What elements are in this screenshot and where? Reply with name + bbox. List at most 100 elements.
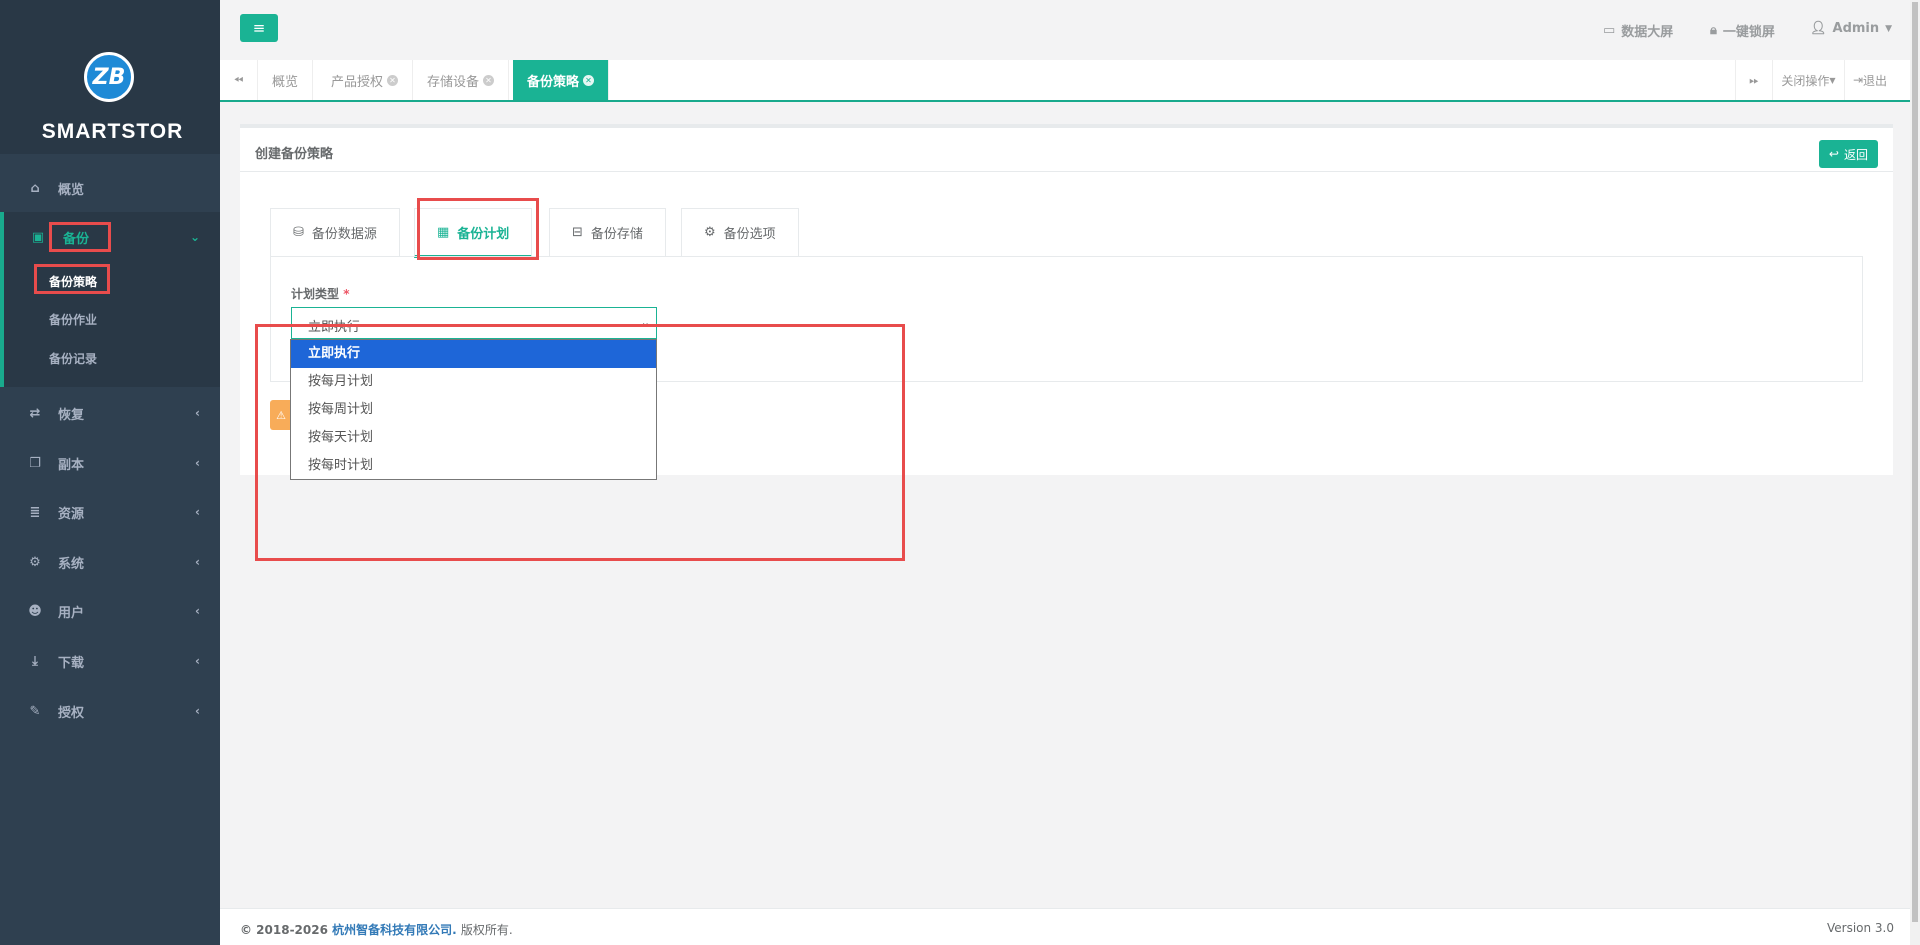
chevron-left-icon: ‹ <box>195 604 200 618</box>
chevron-left-icon: ‹ <box>195 406 200 420</box>
lock-icon: 🔒︎ <box>1710 23 1717 38</box>
sidebar-item-resources[interactable]: ≣ 资源 ‹ <box>0 487 220 537</box>
logo-area: ZB SMARTSTOR <box>0 0 220 154</box>
rights-text: 版权所有. <box>460 923 513 937</box>
close-icon[interactable]: ✕ <box>583 74 595 86</box>
tab-label: 备份数据源 <box>311 227 377 242</box>
footer-copyright: © 2018-2026 杭州智备科技有限公司. 版权所有. <box>240 921 513 938</box>
logo-icon: ZB <box>84 52 134 102</box>
sidebar-subitem-backup-records[interactable]: 备份记录 <box>49 350 97 367</box>
page-tab-label: 备份策略 <box>527 74 580 90</box>
sidebar-item-label: 概览 <box>58 182 85 198</box>
tab-backup-options[interactable]: ⚙ 备份选项 <box>681 208 799 256</box>
user-label: Admin <box>1832 21 1880 36</box>
users-icon: ☻ <box>28 603 42 619</box>
menu-toggle-button[interactable]: ≡ <box>240 14 278 42</box>
monitor-icon: ▭ <box>1603 23 1616 38</box>
sidebar-item-license[interactable]: ✎ 授权 ‹ <box>0 686 220 736</box>
chevron-left-icon: ‹ <box>195 654 200 668</box>
cogs-icon: ⚙ <box>29 554 41 570</box>
logout-label: 退出 <box>1863 73 1888 88</box>
download-icon: ⤓ <box>32 653 38 669</box>
sidebar-item-label: 副本 <box>58 457 85 473</box>
schedule-type-options: 立即执行 按每月计划 按每周计划 按每天计划 按每时计划 <box>290 339 657 480</box>
highlight-box <box>34 264 110 294</box>
tabs-scroll-right-button[interactable]: ⏩︎ <box>1735 60 1773 100</box>
cube-icon: ▣ <box>31 229 45 245</box>
tab-label: 备份存储 <box>590 227 643 242</box>
sidebar-item-users[interactable]: ☻ 用户 ‹ <box>0 586 220 636</box>
page-tab-label: 概览 <box>272 74 299 90</box>
sidebar-item-system[interactable]: ⚙ 系统 ‹ <box>0 537 220 587</box>
page-tab-overview[interactable]: 概览 <box>258 60 314 100</box>
big-screen-label: 数据大屏 <box>1621 25 1674 40</box>
chevron-left-icon: ‹ <box>195 704 200 718</box>
option-run-now[interactable]: 立即执行 <box>291 340 656 368</box>
scrollbar-thumb[interactable] <box>1912 2 1918 922</box>
lock-label: 一键锁屏 <box>1722 25 1775 40</box>
hdd-icon: ⊟ <box>572 225 583 240</box>
sidebar-item-download[interactable]: ⤓ 下载 ‹ <box>0 636 220 686</box>
page-scrollbar[interactable] <box>1910 0 1920 945</box>
sign-out-icon: ⇥ <box>1852 73 1864 87</box>
database-icon: ⛁ <box>293 225 304 240</box>
schedule-type-label: 计划类型 * <box>291 285 349 302</box>
sidebar: ZB SMARTSTOR ⌂ 概览 ▣ 备份 ⌄ 备份策略 备份作业 备份记录 … <box>0 0 220 945</box>
reply-icon: ↩ <box>1828 147 1839 161</box>
page-tab-license[interactable]: 产品授权 ✕ <box>317 60 414 100</box>
chevron-left-icon: ‹ <box>195 555 200 569</box>
close-ops-label: 关闭操作 <box>1781 73 1830 88</box>
chevron-left-icon: ‹ <box>195 456 200 470</box>
sidebar-item-restore[interactable]: ⇄ 恢复 ‹ <box>0 388 220 438</box>
page-tab-label: 产品授权 <box>331 74 384 90</box>
copy-icon: ❐ <box>29 455 41 471</box>
big-screen-link[interactable]: ▭ 数据大屏 <box>1603 21 1673 40</box>
close-ops-dropdown[interactable]: 关闭操作 ▼ <box>1773 60 1845 100</box>
forward-icon: ⏩︎ <box>1749 72 1759 87</box>
lock-screen-link[interactable]: 🔒︎ 一键锁屏 <box>1710 21 1775 40</box>
gear-icon: ⚙ <box>704 225 716 240</box>
sidebar-item-label: 资源 <box>58 506 85 522</box>
user-icon: 👤︎ <box>1810 21 1827 36</box>
close-icon[interactable]: ✕ <box>387 74 399 86</box>
back-label: 返回 <box>1843 147 1868 162</box>
sidebar-item-replica[interactable]: ❐ 副本 ‹ <box>0 438 220 488</box>
highlight-box <box>49 222 111 252</box>
page-tab-label: 存储设备 <box>427 74 480 90</box>
copyright-years: © 2018-2026 <box>240 923 328 937</box>
option-weekly[interactable]: 按每周计划 <box>291 396 656 424</box>
caret-down-icon: ▼ <box>1885 23 1893 34</box>
tab-backup-storage[interactable]: ⊟ 备份存储 <box>549 208 666 256</box>
page-tab-storage[interactable]: 存储设备 ✕ <box>413 60 510 100</box>
back-button[interactable]: ↩ 返回 <box>1818 140 1878 168</box>
sidebar-subitem-backup-jobs[interactable]: 备份作业 <box>49 311 97 328</box>
option-hourly[interactable]: 按每时计划 <box>291 452 656 480</box>
top-bar: ≡ ▭ 数据大屏 🔒︎ 一键锁屏 👤︎ Admin ▼ <box>220 0 1920 60</box>
home-icon: ⌂ <box>30 180 40 196</box>
brand-name: SMARTSTOR <box>41 120 184 143</box>
tabs-scroll-left-button[interactable]: ⏪︎ <box>220 60 258 100</box>
page-tab-backup-policy[interactable]: 备份策略 ✕ <box>513 60 610 100</box>
tab-label: 备份选项 <box>723 227 776 242</box>
sidebar-item-label: 恢复 <box>58 407 85 423</box>
user-menu[interactable]: 👤︎ Admin ▼ <box>1810 21 1892 36</box>
page-tabs-bar: ⏪︎ 概览 产品授权 ✕ 存储设备 ✕ 备份策略 ✕ ⏩︎ 关闭操作 ▼ ⇥ 退出 <box>220 60 1920 102</box>
sidebar-item-label: 系统 <box>58 556 85 572</box>
company-link[interactable]: 杭州智备科技有限公司. <box>332 923 457 937</box>
chevron-down-icon: ⌄ <box>189 230 200 244</box>
caret-down-icon: ▼ <box>1829 75 1836 85</box>
sidebar-item-overview[interactable]: ⌂ 概览 <box>0 163 220 213</box>
panel-title: 创建备份策略 <box>255 147 334 162</box>
close-icon[interactable]: ✕ <box>483 74 495 86</box>
tab-backup-source[interactable]: ⛁ 备份数据源 <box>270 208 400 256</box>
retweet-icon: ⇄ <box>29 405 41 421</box>
option-monthly[interactable]: 按每月计划 <box>291 368 656 396</box>
version-text: Version 3.0 <box>1826 921 1894 935</box>
highlight-box <box>417 198 539 260</box>
sidebar-item-label: 授权 <box>58 705 85 721</box>
panel-header: 创建备份策略 ↩ 返回 <box>240 128 1893 172</box>
logout-button[interactable]: ⇥ 退出 <box>1845 60 1895 100</box>
footer: © 2018-2026 杭州智备科技有限公司. 版权所有. Version 3.… <box>220 908 1910 945</box>
required-mark: * <box>343 287 350 301</box>
option-daily[interactable]: 按每天计划 <box>291 424 656 452</box>
